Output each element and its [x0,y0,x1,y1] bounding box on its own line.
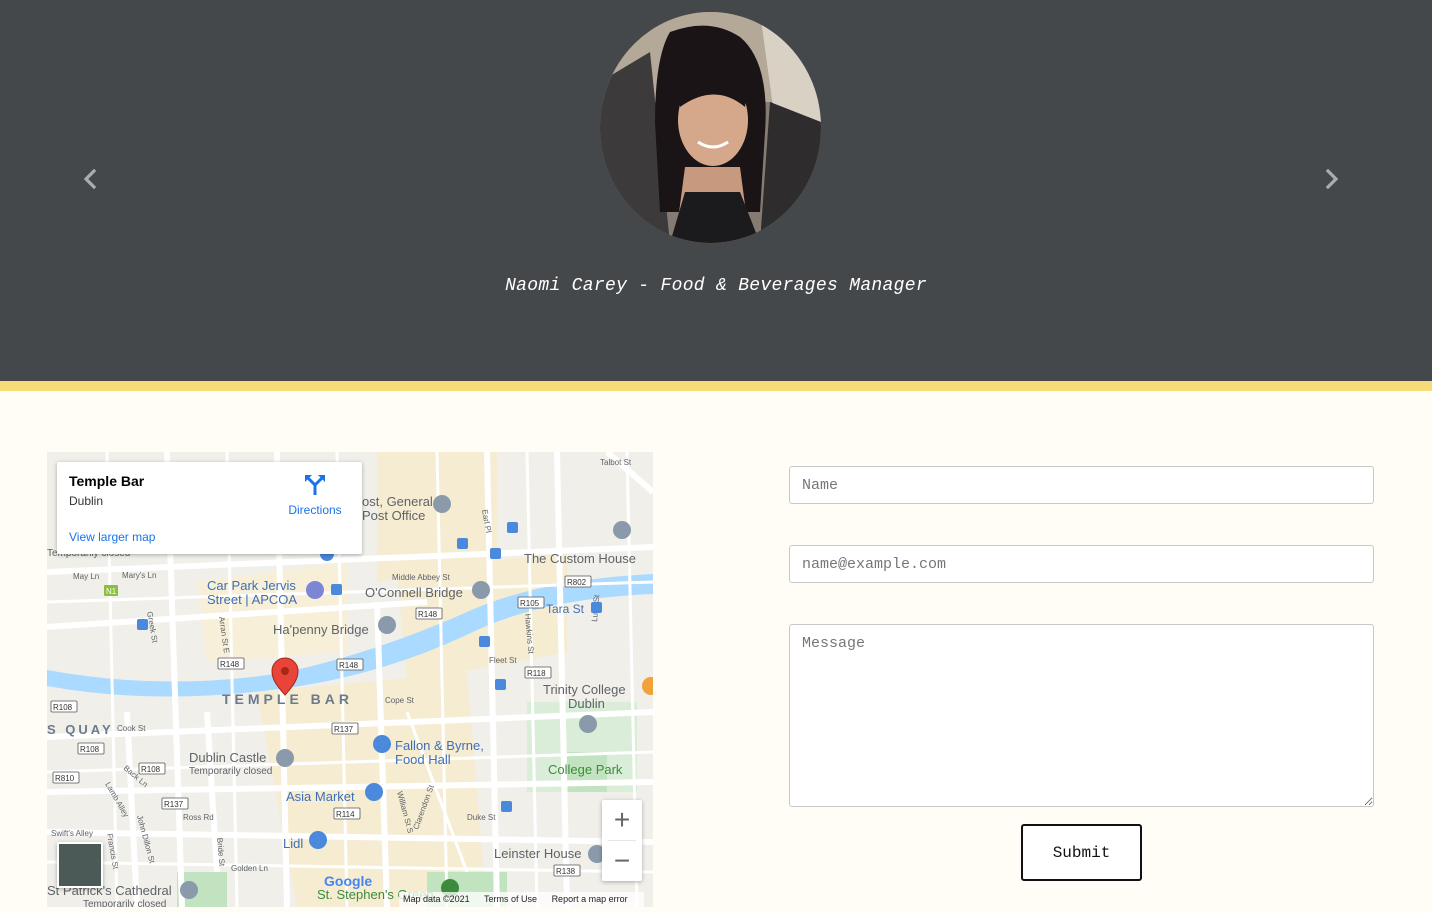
bus-stop-icon[interactable] [495,679,506,690]
street-label-middle-abbey: Middle Abbey St [392,573,451,582]
poi-label-trinity-1: Trinity College [543,682,626,697]
road-shield-r108-a: R108 [53,703,73,712]
street-label-fleet: Fleet St [489,656,517,665]
road-shield-r118: R118 [527,669,546,678]
place-name: Temple Bar [69,473,145,489]
accent-divider [0,381,1432,391]
name-input[interactable] [789,466,1374,504]
street-label-may-ln: May Ln [73,572,99,581]
carousel-next-button[interactable] [1317,164,1347,194]
poi-label-leinster-house: Leinster House [494,846,581,861]
directions-icon [305,475,325,495]
embedded-map[interactable]: TEMPLE BAR S QUAY The Custom House O'Con… [47,452,653,907]
poi-label-oconnell-bridge: O'Connell Bridge [365,585,463,600]
bus-stop-icon[interactable] [507,522,518,533]
view-larger-map-link[interactable]: View larger map [69,530,155,544]
satellite-toggle-button[interactable] [57,842,103,888]
poi-label-hapenny-bridge: Ha'penny Bridge [273,622,369,637]
street-label-ross-rd: Ross Rd [183,813,214,822]
landmark-icon[interactable] [613,521,631,539]
google-logo: Google [324,873,372,889]
directions-label: Directions [288,503,342,517]
road-shield-r810: R810 [55,774,75,783]
road-shield-r105: R105 [520,599,540,608]
chevron-left-icon [83,168,97,190]
poi-label-fallon-2: Food Hall [395,752,451,767]
shopping-cart-icon[interactable] [373,735,391,753]
terms-of-use-link[interactable]: Terms of Use [484,894,537,904]
poi-label-st-patricks-status: Temporarily closed [83,899,166,907]
road-shield-r114: R114 [336,810,355,819]
poi-label-car-park-2: Street | APCOA [207,592,297,607]
parking-icon[interactable] [306,581,324,599]
street-label-golden-ln: Golden Ln [231,864,268,873]
poi-label-gpo-2: Post Office [362,508,425,523]
testimonial-carousel: Naomi Carey - Food & Beverages Manager [0,0,1432,381]
bridge-icon[interactable] [472,581,490,599]
poi-label-dublin-castle-status: Temporarily closed [189,766,272,777]
university-icon[interactable] [579,715,597,733]
zoom-out-button[interactable]: − [602,841,642,881]
area-label-temple-bar: TEMPLE BAR [222,691,353,707]
poi-label-gpo-1: ost, General [362,494,433,509]
poi-label-tara-st: Tara St [546,602,585,616]
zoom-in-button[interactable]: + [602,800,642,840]
road-shield-r137-b: R137 [164,800,184,809]
email-input[interactable] [789,545,1374,583]
poi-label-custom-house: The Custom House [524,551,636,566]
road-shield-r148-a: R148 [418,610,438,619]
road-shield-r108-b: R108 [80,745,100,754]
carousel-prev-button[interactable] [75,164,105,194]
street-label-cope: Cope St [385,696,415,705]
bus-stop-icon[interactable] [457,538,468,549]
bus-stop-icon[interactable] [137,619,148,630]
google-logo-text: Google [324,873,373,889]
street-label-marys-ln: Mary's Ln [122,571,156,580]
chevron-right-icon [1325,168,1339,190]
poi-label-dublin-castle: Dublin Castle [189,750,266,765]
poi-label-car-park-1: Car Park Jervis [207,578,296,593]
bus-stop-icon[interactable] [331,584,342,595]
bridge-icon[interactable] [378,616,396,634]
road-shield-r138: R138 [556,867,576,876]
area-label-quay: S QUAY [47,722,114,737]
street-label-duke: Duke St [467,813,496,822]
poi-label-lidl: Lidl [283,836,303,851]
castle-icon[interactable] [276,749,294,767]
directions-button[interactable]: Directions [283,474,347,517]
place-info-card: Temple Bar Dublin Directions View larger… [57,462,362,554]
message-textarea[interactable] [789,624,1374,807]
submit-button[interactable]: Submit [1021,824,1142,881]
testimonial-caption: Naomi Carey - Food & Beverages Manager [505,276,927,296]
road-shield-r137-a: R137 [334,725,354,734]
bus-stop-icon[interactable] [490,548,501,559]
map-data-text: Map data ©2021 [403,894,470,904]
zoom-controls: + − [602,800,642,881]
poi-label-fallon-1: Fallon & Byrne, [395,738,484,753]
place-subtitle: Dublin [69,494,104,508]
church-icon[interactable] [180,881,198,899]
poi-label-college-park: College Park [548,762,623,777]
road-shield-r802: R802 [567,578,587,587]
bus-stop-icon[interactable] [479,636,490,647]
map-attribution: Map data ©2021 Terms of Use Report a map… [399,892,644,907]
train-station-icon[interactable] [591,602,602,613]
road-shield-r108-c: R108 [141,765,161,774]
poi-label-asia-market: Asia Market [286,789,355,804]
portrait-image [600,12,821,243]
road-shield-r148-b: R148 [339,661,359,670]
road-shield-n1: N1 [106,587,117,596]
street-label-talbot: Talbot St [600,458,632,467]
poi-label-trinity-2: Dublin [568,696,605,711]
avatar [600,12,821,243]
bus-stop-icon[interactable] [501,801,512,812]
street-label-swifts-alley: Swift's Alley [51,829,93,838]
shopping-cart-icon[interactable] [309,831,327,849]
street-label-cook: Cook St [117,724,146,733]
shopping-cart-icon[interactable] [365,783,383,801]
post-office-icon[interactable] [433,495,451,513]
report-map-error-link[interactable]: Report a map error [552,894,628,904]
road-shield-r148-c: R148 [220,660,240,669]
location-marker-dot [281,667,289,675]
